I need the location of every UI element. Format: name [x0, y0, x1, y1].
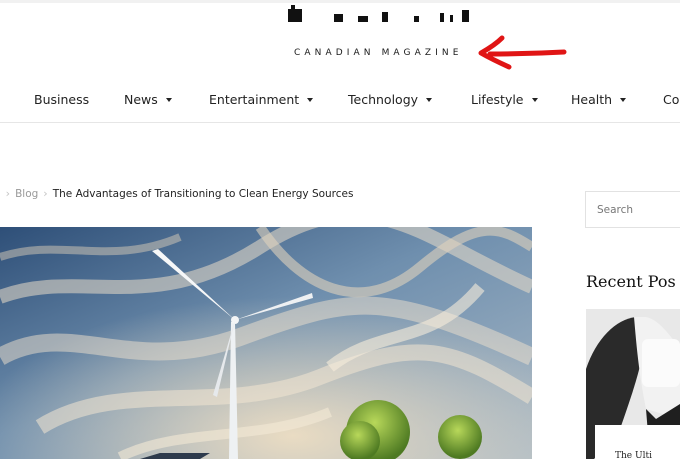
- wind-turbine-photo: [0, 227, 532, 459]
- chevron-down-icon: [620, 98, 627, 102]
- site-tagline: CANADIAN MAGAZINE: [294, 48, 463, 58]
- nav-item-label: News: [124, 92, 158, 107]
- nav-item-label: Entertainment: [209, 92, 300, 107]
- top-border: [0, 0, 680, 3]
- recent-post-card[interactable]: The Ulti: [595, 425, 680, 459]
- chevron-down-icon: [531, 98, 538, 102]
- nav-item-label: Business: [34, 92, 90, 107]
- nav-item-label: Co: [663, 92, 680, 107]
- main-nav: Business News Entertainment Technology L…: [0, 78, 680, 123]
- red-arrow-icon: [478, 35, 567, 70]
- nav-item-entertainment[interactable]: Entertainment: [209, 92, 314, 107]
- recent-post-title: The Ulti: [615, 451, 652, 459]
- nav-item-news[interactable]: News: [124, 92, 172, 107]
- chevron-right-icon: ›: [5, 187, 11, 200]
- nav-item-label: Technology: [348, 92, 419, 107]
- chevron-down-icon: [165, 98, 172, 102]
- nav-item-more[interactable]: Co: [663, 92, 679, 107]
- breadcrumb-current: The Advantages of Transitioning to Clean…: [52, 187, 354, 200]
- nav-item-label: Health: [571, 92, 613, 107]
- breadcrumb-link-blog[interactable]: Blog: [15, 188, 38, 200]
- nav-item-label: Lifestyle: [471, 92, 524, 107]
- chevron-down-icon: [426, 98, 433, 102]
- breadcrumb: g › Blog › The Advantages of Transitioni…: [0, 187, 353, 200]
- chevron-right-icon: ›: [43, 187, 48, 200]
- search-input[interactable]: [586, 192, 680, 227]
- recent-posts-heading: Recent Pos: [586, 272, 676, 291]
- site-logo[interactable]: [286, 4, 486, 24]
- nav-item-technology[interactable]: Technology: [348, 92, 433, 107]
- sidebar-search: [585, 191, 680, 228]
- chevron-down-icon: [307, 98, 314, 102]
- nav-item-lifestyle[interactable]: Lifestyle: [471, 92, 538, 107]
- nav-item-health[interactable]: Health: [571, 92, 627, 107]
- hero-image: [0, 227, 532, 459]
- nav-item-business[interactable]: Business: [34, 92, 89, 107]
- breadcrumb-link-home[interactable]: g: [0, 188, 1, 200]
